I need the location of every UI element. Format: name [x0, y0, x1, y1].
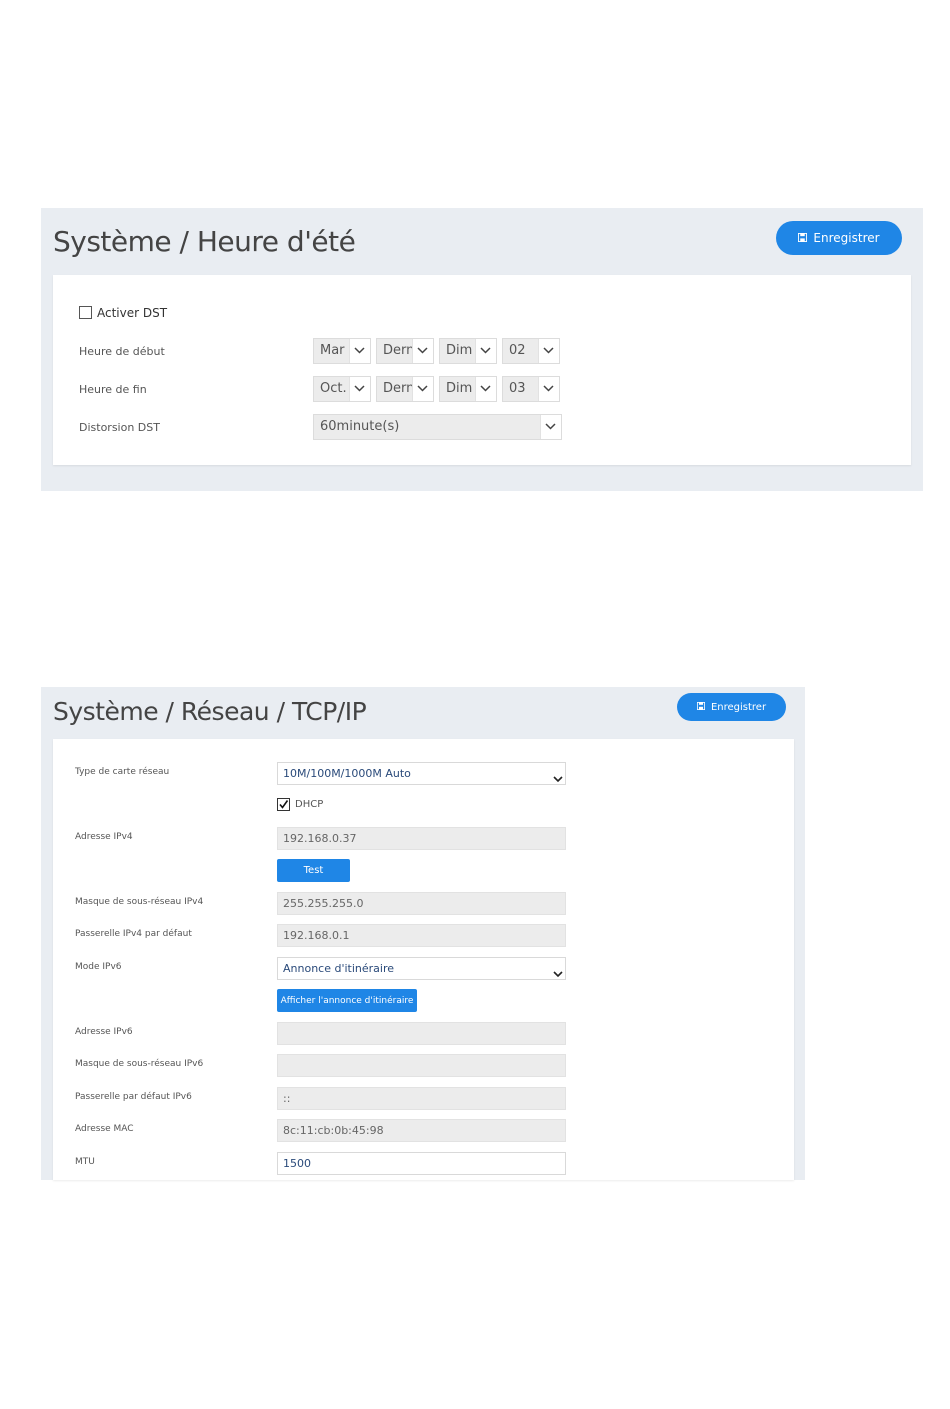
chevron-down-icon	[349, 339, 370, 363]
dst-panel: Système / Heure d'été Enregistrer Active…	[41, 208, 923, 491]
chevron-down-icon	[475, 339, 496, 363]
end-day-select[interactable]: Dim	[439, 376, 497, 402]
dst-card: Activer DST Heure de début Mar Dernié Di…	[53, 275, 911, 465]
mac-field: 8c:11:cb:0b:45:98	[277, 1119, 566, 1142]
mac-label: Adresse MAC	[75, 1124, 134, 1134]
ipv4-field[interactable]: 192.168.0.37	[277, 827, 566, 850]
start-month-select[interactable]: Mar	[313, 338, 371, 364]
enable-dst-checkbox[interactable]	[79, 306, 92, 319]
ipv6-mask-label: Masque de sous-réseau IPv6	[75, 1059, 204, 1069]
page-title: Système / Réseau / TCP/IP	[53, 697, 367, 726]
ipv4-gateway-label: Passerelle IPv4 par défaut	[75, 929, 192, 939]
end-month-select[interactable]: Oct.	[313, 376, 371, 402]
chevron-down-icon	[553, 965, 563, 983]
save-button[interactable]: Enregistrer	[677, 693, 786, 721]
mtu-field[interactable]: 1500	[277, 1152, 566, 1175]
chevron-down-icon	[412, 377, 433, 401]
show-ra-button[interactable]: Afficher l'annonce d'itinéraire	[277, 989, 417, 1012]
ipv4-label: Adresse IPv4	[75, 832, 133, 842]
save-icon	[696, 701, 705, 713]
test-button[interactable]: Test	[277, 859, 350, 882]
start-hour-select[interactable]: 02	[502, 338, 560, 364]
page-title: Système / Heure d'été	[53, 225, 356, 258]
ipv6-mask-field[interactable]	[277, 1054, 566, 1077]
nic-type-select[interactable]: 10M/100M/1000M Auto	[277, 762, 566, 785]
ipv4-gateway-field[interactable]: 192.168.0.1	[277, 924, 566, 947]
chevron-down-icon	[538, 339, 559, 363]
ipv4-mask-label: Masque de sous-réseau IPv4	[75, 897, 204, 907]
chevron-down-icon	[475, 377, 496, 401]
ipv4-mask-field[interactable]: 255.255.255.0	[277, 892, 566, 915]
dst-bias-label: Distorsion DST	[79, 421, 160, 434]
save-button-label: Enregistrer	[813, 231, 880, 245]
save-button[interactable]: Enregistrer	[776, 221, 902, 255]
dst-bias-select[interactable]: 60minute(s)	[313, 414, 562, 440]
mtu-label: MTU	[75, 1157, 95, 1167]
dhcp-label: DHCP	[295, 799, 324, 810]
ipv6-label: Adresse IPv6	[75, 1027, 133, 1037]
save-button-label: Enregistrer	[710, 701, 767, 713]
start-time-label: Heure de début	[79, 345, 165, 358]
start-week-select[interactable]: Dernié	[376, 338, 434, 364]
end-week-select[interactable]: Dernié	[376, 376, 434, 402]
ipv6-gateway-label: Passerelle par défaut IPv6	[75, 1092, 192, 1102]
enable-dst-label: Activer DST	[97, 306, 168, 320]
chevron-down-icon	[553, 770, 563, 788]
start-day-select[interactable]: Dim	[439, 338, 497, 364]
end-hour-select[interactable]: 03	[502, 376, 560, 402]
chevron-down-icon	[412, 339, 433, 363]
ipv6-field[interactable]	[277, 1022, 566, 1045]
ipv6-mode-select[interactable]: Annonce d'itinéraire	[277, 957, 566, 980]
chevron-down-icon	[538, 377, 559, 401]
save-icon	[798, 231, 808, 245]
ipv6-gateway-field[interactable]: ::	[277, 1087, 566, 1110]
ipv6-mode-label: Mode IPv6	[75, 962, 122, 972]
end-time-label: Heure de fin	[79, 383, 147, 396]
dhcp-checkbox[interactable]	[277, 798, 290, 811]
chevron-down-icon	[540, 415, 561, 439]
chevron-down-icon	[349, 377, 370, 401]
nic-type-label: Type de carte réseau	[75, 767, 170, 777]
